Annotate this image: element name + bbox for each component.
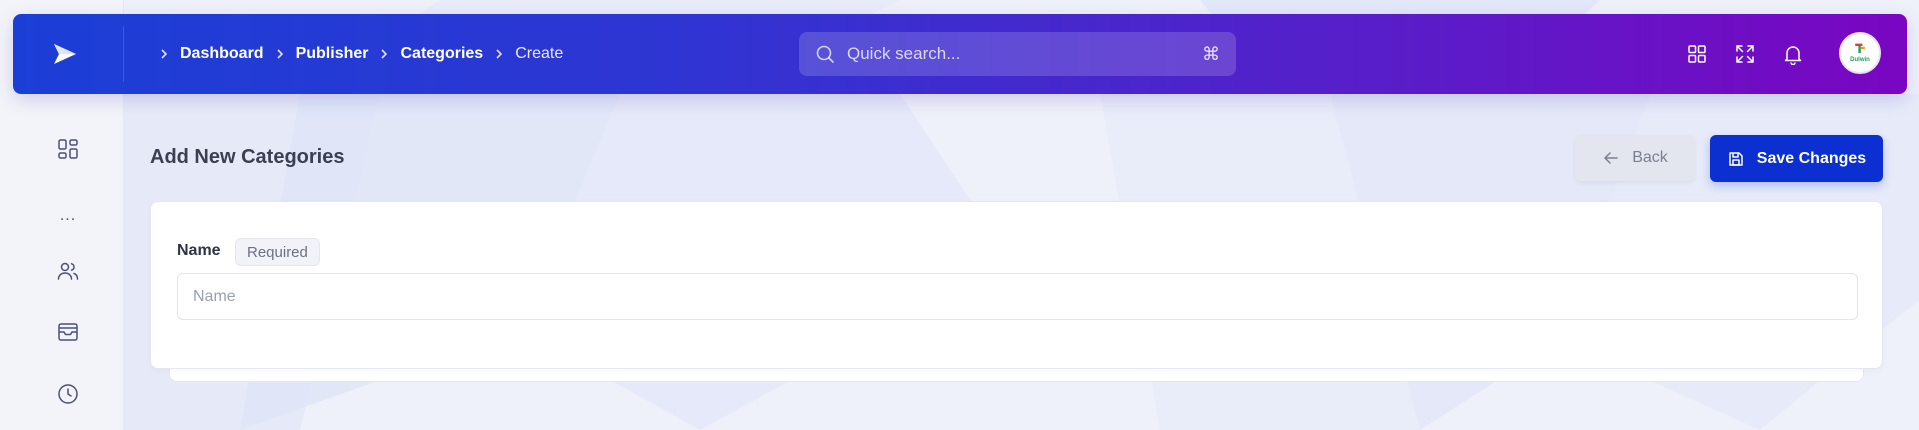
chevron-right-icon bbox=[493, 48, 505, 60]
name-field-label: Name bbox=[177, 242, 221, 259]
save-icon bbox=[1729, 151, 1743, 166]
avatar-label: Dulwin bbox=[1850, 57, 1870, 63]
breadcrumb-publisher[interactable]: Publisher bbox=[296, 45, 369, 63]
sidebar-item-dashboard[interactable] bbox=[50, 131, 86, 167]
logo-icon bbox=[54, 44, 76, 64]
save-changes-button[interactable]: Save Changes bbox=[1710, 135, 1883, 182]
breadcrumb: Dashboard Publisher Categories Create bbox=[158, 14, 563, 94]
more-dots-icon: ... bbox=[59, 207, 77, 224]
users-icon bbox=[56, 259, 80, 283]
chevron-right-icon bbox=[158, 48, 170, 60]
breadcrumb-dashboard[interactable]: Dashboard bbox=[180, 45, 264, 63]
apps-grid-button[interactable] bbox=[1685, 42, 1709, 66]
save-button-label: Save Changes bbox=[1756, 149, 1867, 167]
breadcrumb-create: Create bbox=[515, 45, 564, 62]
command-key-icon: ⌘ bbox=[1202, 43, 1220, 65]
header-divider bbox=[123, 26, 124, 82]
fullscreen-button[interactable] bbox=[1733, 42, 1757, 66]
avatar-logo-icon bbox=[1855, 43, 1865, 54]
back-button[interactable]: Back bbox=[1575, 135, 1695, 181]
sidebar-item-users[interactable] bbox=[50, 253, 86, 289]
apps-grid-icon bbox=[1688, 45, 1706, 63]
page-title: Add New Categories bbox=[150, 146, 345, 168]
back-button-label: Back bbox=[1632, 149, 1668, 166]
name-input[interactable] bbox=[177, 273, 1858, 320]
user-avatar[interactable]: Dulwin bbox=[1839, 32, 1881, 74]
fullscreen-icon bbox=[1736, 45, 1754, 63]
form-card: Name Required bbox=[150, 201, 1883, 369]
notifications-button[interactable] bbox=[1781, 42, 1805, 66]
search-icon bbox=[815, 44, 835, 64]
chevron-right-icon bbox=[274, 48, 286, 60]
required-badge: Required bbox=[235, 238, 320, 266]
search-input[interactable] bbox=[847, 44, 1202, 64]
bell-icon bbox=[1784, 46, 1802, 65]
top-header: Dashboard Publisher Categories Create ⌘ bbox=[13, 14, 1907, 94]
sidebar-item-history[interactable] bbox=[50, 376, 86, 412]
quick-search[interactable]: ⌘ bbox=[799, 32, 1236, 76]
archive-icon bbox=[56, 320, 80, 344]
chevron-right-icon bbox=[378, 48, 390, 60]
clock-icon bbox=[56, 382, 80, 406]
app-logo[interactable] bbox=[49, 38, 81, 70]
breadcrumb-categories[interactable]: Categories bbox=[400, 45, 483, 63]
arrow-left-icon bbox=[1604, 152, 1618, 164]
sidebar-item-archive[interactable] bbox=[50, 314, 86, 350]
sidebar-more-dots[interactable]: ... bbox=[50, 198, 86, 234]
grid-icon bbox=[56, 137, 80, 161]
